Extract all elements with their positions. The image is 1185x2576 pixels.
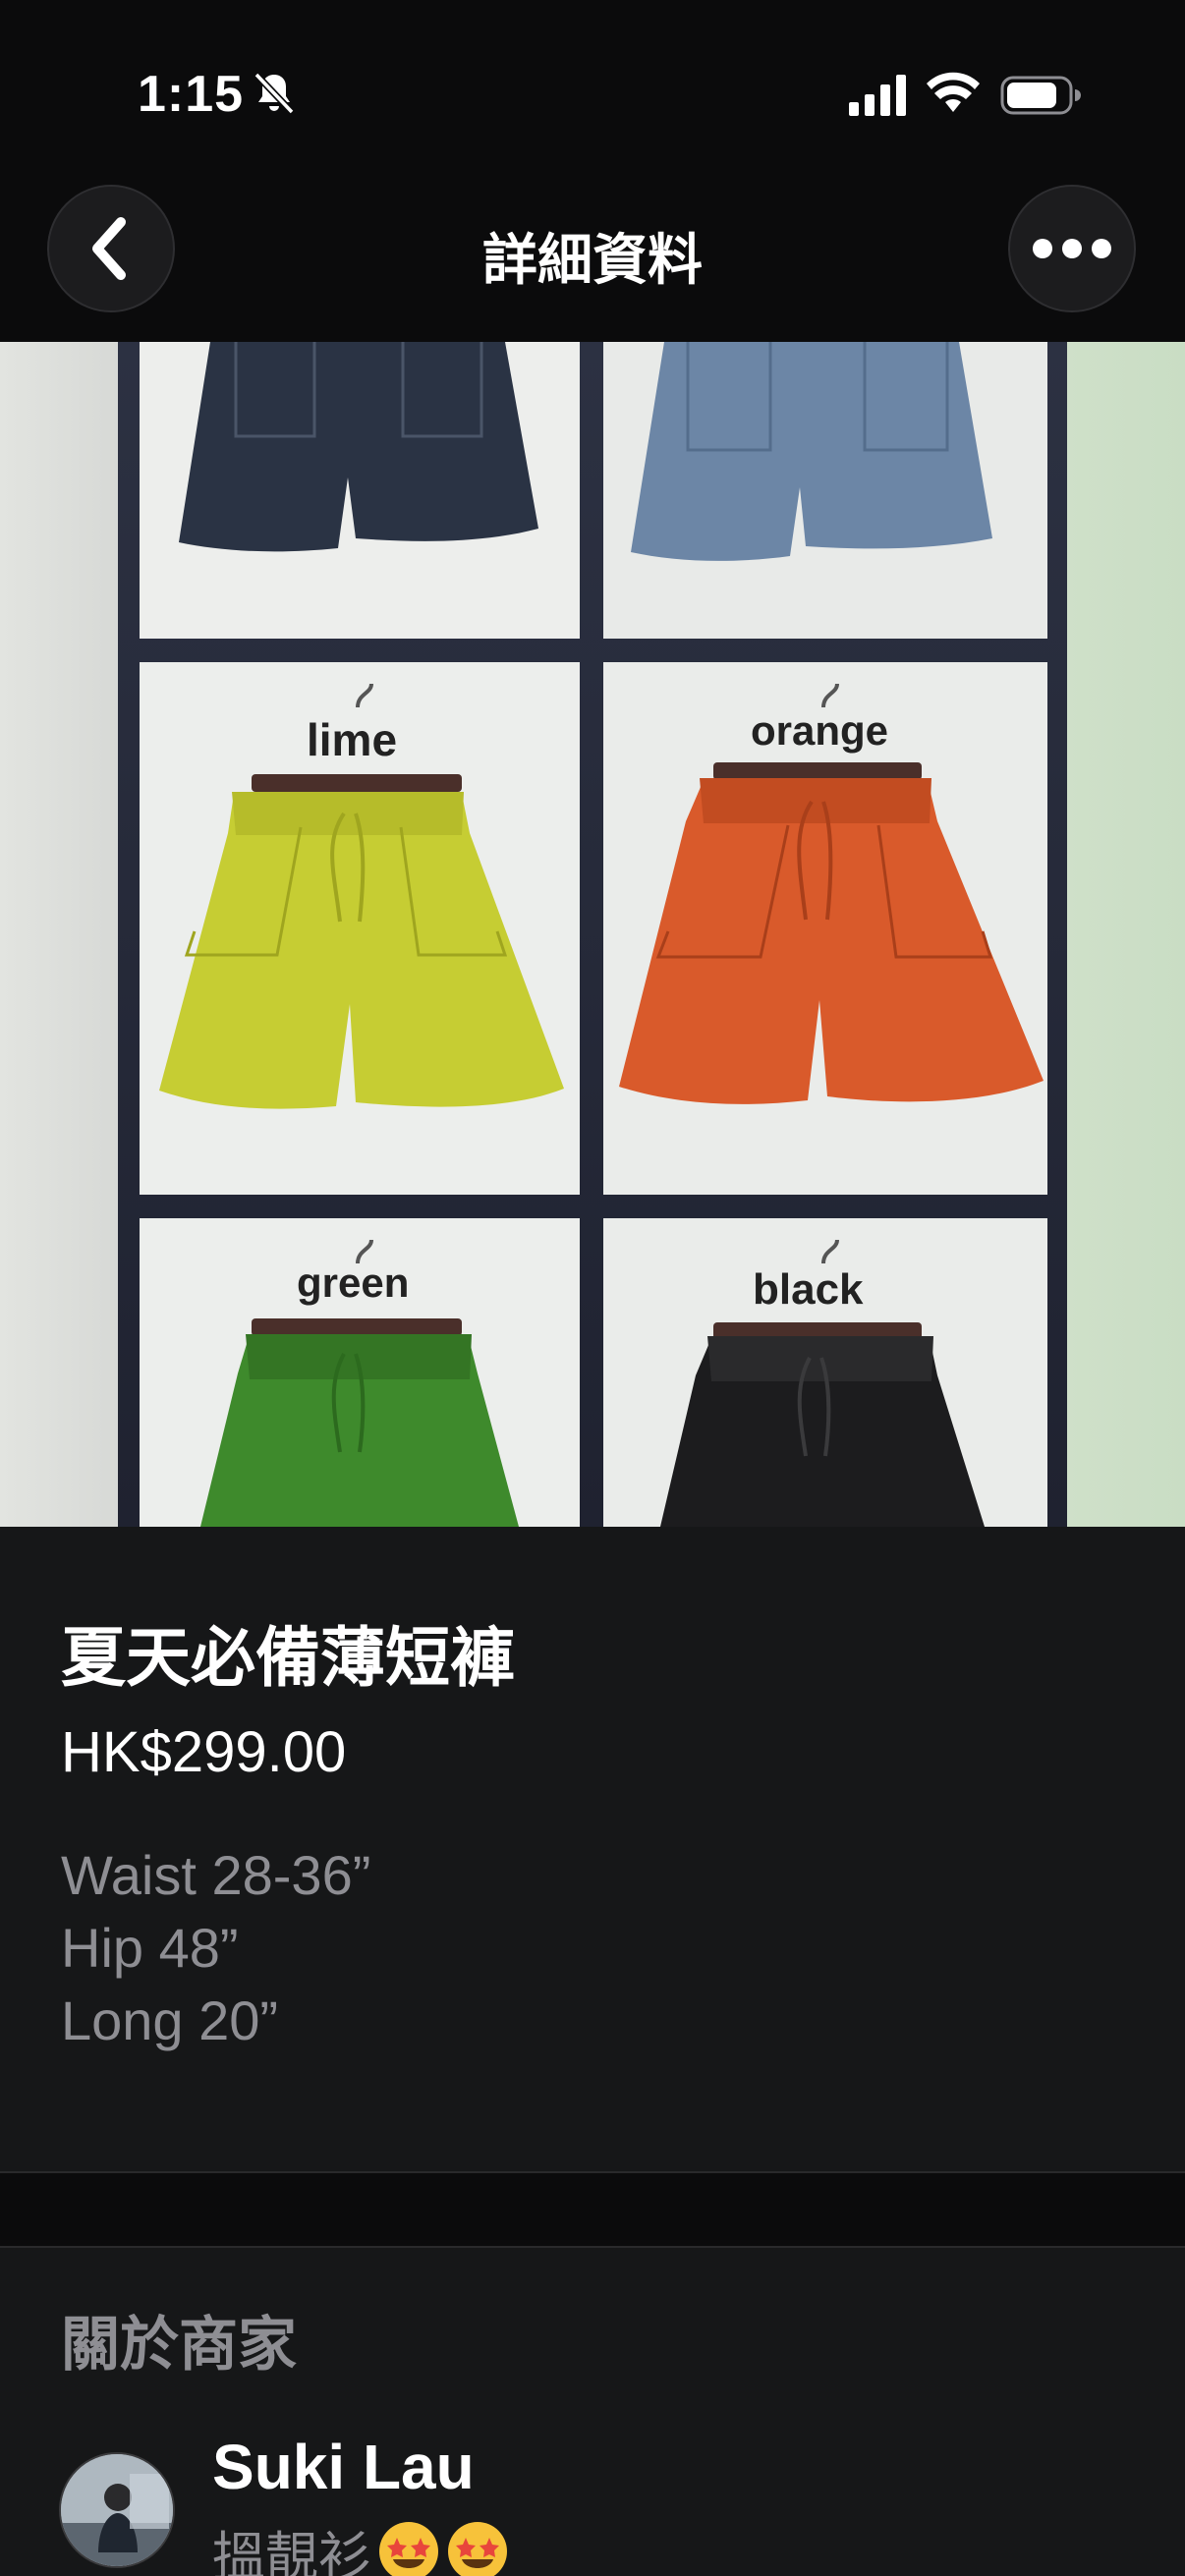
product-photo-collage [0,342,1185,1527]
status-bar: 1:15 [0,0,1185,187]
color-label-black: black [753,1265,864,1314]
cellular-signal-icon [849,75,906,116]
star-struck-emoji [379,2522,438,2576]
product-info: 夏天必備薄短褲 HK$299.00 Waist 28-36” Hip 48” L… [0,1527,1185,2171]
battery-icon [1000,76,1081,115]
color-label-orange: orange [751,707,889,754]
merchant-name[interactable]: Suki Lau [212,2431,475,2503]
status-time: 1:15 [138,66,245,123]
product-description: Waist 28-36” Hip 48” Long 20” [61,1839,370,2057]
product-title: 夏天必備薄短褲 [61,1621,515,1694]
description-line: Hip 48” [61,1917,239,1979]
star-struck-emoji [448,2522,507,2576]
description-line: Long 20” [61,1989,279,2051]
product-detail-screen: 1:15 詳細資料 lime orange green black 夏天必備薄短… [0,0,1185,2576]
more-options-button[interactable] [1008,185,1136,312]
merchant-section: 關於商家 Suki Lau 搵靚衫 [0,2248,1185,2576]
wifi-icon [927,72,980,112]
description-line: Waist 28-36” [61,1844,371,1906]
color-label-lime: lime [307,714,398,765]
product-image[interactable]: lime orange green black [0,342,1185,1527]
more-horizontal-icon [1033,239,1111,258]
product-price: HK$299.00 [61,1720,347,1784]
color-label-green: green [297,1260,410,1306]
avatar-image [61,2454,173,2566]
section-divider [0,2171,1185,2248]
navigation-bar: 詳細資料 [0,177,1185,342]
bell-slash-icon [254,72,295,115]
merchant-description-text: 搵靚衫 [212,2528,371,2576]
merchant-description: 搵靚衫 [212,2513,509,2576]
page-title: 詳細資料 [482,229,703,291]
merchant-avatar[interactable] [59,2452,175,2568]
merchant-heading: 關於商家 [61,2312,297,2378]
